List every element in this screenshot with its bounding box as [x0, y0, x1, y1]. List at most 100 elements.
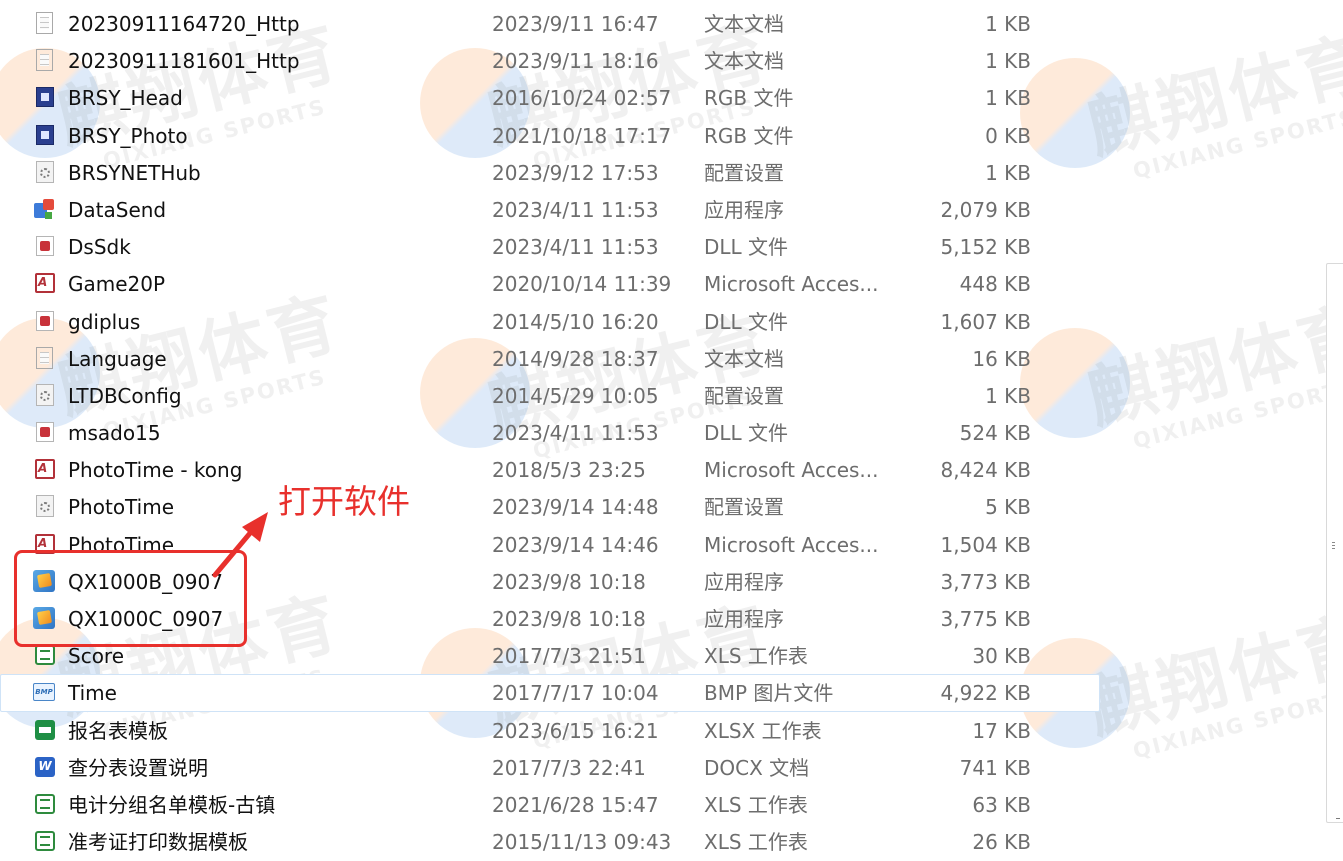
file-type: XLSX 工作表	[704, 718, 822, 743]
file-type: 配置设置	[704, 383, 784, 408]
file-size: 5,152 KB	[940, 235, 1031, 260]
file-date-modified: 2021/10/18 17:17	[492, 123, 672, 148]
file-type: 配置设置	[704, 160, 784, 185]
file-date-modified: 2023/6/15 16:21	[492, 718, 659, 743]
file-date-modified: 2023/9/11 18:16	[492, 49, 659, 74]
file-size: 741 KB	[959, 755, 1031, 780]
file-row[interactable]: 电计分组名单模板-古镇 2021/6/28 15:47 XLS 工作表 63 K…	[0, 786, 1100, 823]
file-size: 26 KB	[972, 830, 1031, 855]
text-file-icon	[33, 12, 57, 36]
file-type: 文本文档	[704, 12, 784, 36]
file-row[interactable]: 准考证打印数据模板 2015/11/13 09:43 XLS 工作表 26 KB	[0, 823, 1100, 860]
file-date-modified: 2023/4/11 11:53	[492, 235, 659, 260]
access-db-icon	[33, 272, 57, 296]
file-name: 查分表设置说明	[68, 755, 208, 780]
config-file-icon	[33, 383, 57, 408]
file-name: PhotoTime	[68, 495, 174, 520]
file-size: 8,424 KB	[940, 458, 1031, 483]
bmp-file-icon	[33, 681, 57, 705]
file-name: Game20P	[68, 272, 166, 297]
file-date-modified: 2023/9/8 10:18	[492, 607, 646, 631]
file-row[interactable]: msado15 2023/4/11 11:53 DLL 文件 524 KB	[0, 414, 1100, 451]
config-file-icon	[33, 160, 57, 185]
file-date-modified: 2021/6/28 15:47	[492, 792, 659, 817]
file-size: 1 KB	[985, 160, 1031, 185]
file-row[interactable]: 报名表模板 2023/6/15 16:21 XLSX 工作表 17 KB	[0, 712, 1100, 749]
file-name: PhotoTime - kong	[68, 458, 243, 483]
rgb-file-icon	[33, 86, 57, 110]
file-type: DLL 文件	[704, 421, 789, 446]
file-name: gdiplus	[68, 309, 141, 334]
file-list: 20230911164720_Http 2023/9/11 16:47 文本文档…	[0, 5, 1100, 860]
file-row[interactable]: Game20P 2020/10/14 11:39 Microsoft Acces…	[0, 265, 1100, 302]
file-name: DsSdk	[68, 235, 131, 260]
dll-file-icon	[33, 235, 57, 259]
file-size: 2,079 KB	[940, 197, 1031, 222]
file-size: 0 KB	[985, 123, 1031, 148]
file-size: 17 KB	[972, 718, 1031, 743]
file-type: XLS 工作表	[704, 792, 808, 817]
file-date-modified: 2017/7/17 10:04	[492, 681, 659, 706]
file-type: 应用程序	[704, 569, 784, 594]
vertical-scrollbar-thumb[interactable]	[1326, 263, 1343, 823]
file-row[interactable]: LTDBConfig 2014/5/29 10:05 配置设置 1 KB	[0, 377, 1100, 414]
file-name: Language	[68, 346, 167, 371]
file-size: 1,607 KB	[940, 309, 1031, 334]
file-row[interactable]: Language 2014/9/28 18:37 文本文档 16 KB	[0, 340, 1100, 377]
file-size: 4,922 KB	[940, 681, 1031, 706]
application-icon	[33, 198, 57, 222]
xlsx-file-icon	[33, 719, 57, 743]
file-date-modified: 2023/9/12 17:53	[492, 160, 659, 185]
file-date-modified: 2020/10/14 11:39	[492, 272, 672, 297]
file-name: 20230911164720_Http	[68, 12, 300, 36]
file-row[interactable]: 20230911181601_Http 2023/9/11 18:16 文本文档…	[0, 42, 1100, 79]
xls-file-icon	[33, 644, 57, 668]
file-row[interactable]: BRSY_Photo 2021/10/18 17:17 RGB 文件 0 KB	[0, 117, 1100, 154]
file-row[interactable]: BRSY_Head 2016/10/24 02:57 RGB 文件 1 KB	[0, 79, 1100, 116]
file-row[interactable]: DsSdk 2023/4/11 11:53 DLL 文件 5,152 KB	[0, 228, 1100, 265]
file-row[interactable]: DataSend 2023/4/11 11:53 应用程序 2,079 KB	[0, 191, 1100, 228]
file-name: BRSY_Head	[68, 86, 183, 111]
dll-file-icon	[33, 421, 57, 445]
file-row[interactable]: 20230911164720_Http 2023/9/11 16:47 文本文档…	[0, 5, 1100, 42]
file-size: 1,504 KB	[940, 532, 1031, 557]
access-db-icon	[33, 458, 57, 482]
xls-file-icon	[33, 830, 57, 854]
file-date-modified: 2015/11/13 09:43	[492, 830, 672, 855]
file-row[interactable]: 查分表设置说明 2017/7/3 22:41 DOCX 文档 741 KB	[0, 749, 1100, 786]
file-name: BRSY_Photo	[68, 123, 188, 148]
file-date-modified: 2016/10/24 02:57	[492, 86, 672, 111]
file-size: 63 KB	[972, 792, 1031, 817]
file-type: DLL 文件	[704, 235, 789, 260]
file-row[interactable]: BRSYNETHub 2023/9/12 17:53 配置设置 1 KB	[0, 154, 1100, 191]
file-row[interactable]: gdiplus 2014/5/10 16:20 DLL 文件 1,607 KB	[0, 303, 1100, 340]
file-type: 应用程序	[704, 197, 784, 222]
file-name: 准考证打印数据模板	[68, 830, 248, 855]
text-file-icon	[33, 49, 57, 73]
file-name: DataSend	[68, 197, 167, 222]
text-file-icon	[33, 346, 57, 371]
file-row[interactable]: PhotoTime - kong 2018/5/3 23:25 Microsof…	[0, 451, 1100, 488]
file-row[interactable]: Time 2017/7/17 10:04 BMP 图片文件 4,922 KB	[0, 674, 1100, 712]
file-name: 电计分组名单模板-古镇	[68, 792, 276, 817]
file-name: LTDBConfig	[68, 383, 182, 408]
file-date-modified: 2014/9/28 18:37	[492, 346, 659, 371]
file-size: 3,773 KB	[940, 569, 1031, 594]
file-size: 448 KB	[959, 272, 1031, 297]
file-size: 16 KB	[972, 346, 1031, 371]
config-file-icon	[33, 495, 57, 519]
file-name: 报名表模板	[68, 718, 168, 743]
file-type: XLS 工作表	[704, 644, 808, 669]
file-date-modified: 2017/7/3 21:51	[492, 644, 646, 669]
file-date-modified: 2017/7/3 22:41	[492, 755, 646, 780]
file-date-modified: 2023/9/14 14:46	[492, 532, 659, 557]
file-date-modified: 2014/5/29 10:05	[492, 383, 659, 408]
file-row[interactable]: PhotoTime 2023/9/14 14:48 配置设置 5 KB	[0, 488, 1100, 525]
dll-file-icon	[33, 310, 57, 334]
file-type: 文本文档	[704, 49, 784, 74]
file-name: Time	[68, 681, 117, 706]
file-name: BRSYNETHub	[68, 160, 201, 185]
file-type: BMP 图片文件	[704, 681, 834, 706]
file-type: Microsoft Acces...	[704, 272, 879, 297]
file-date-modified: 2023/4/11 11:53	[492, 421, 659, 446]
